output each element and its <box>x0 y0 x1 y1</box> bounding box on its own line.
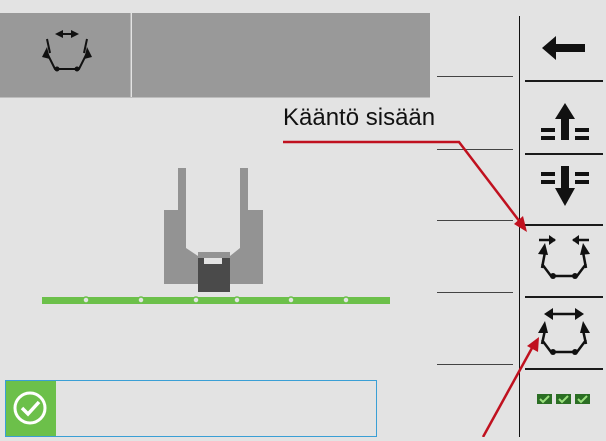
fold-out-callout-line <box>481 347 534 437</box>
status-ok-indicator <box>6 381 56 436</box>
fold-out-arrowhead <box>527 337 539 352</box>
fold-in-callout-line <box>283 140 521 223</box>
callout-arrows <box>283 140 539 437</box>
status-bar <box>5 380 377 437</box>
checkmark-circle-icon <box>13 391 47 425</box>
